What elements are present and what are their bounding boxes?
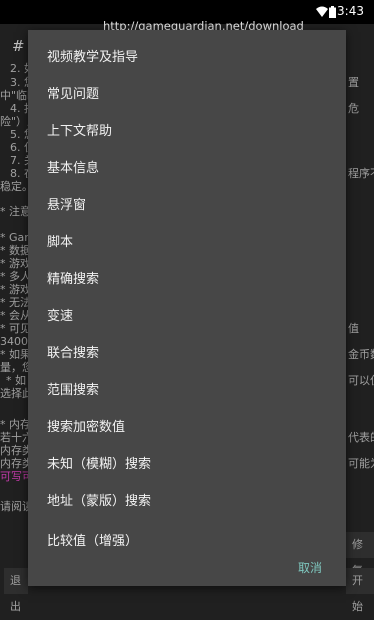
repair-button[interactable]: 修复	[346, 532, 374, 577]
menu-item-context-help[interactable]: 上下文帮助	[28, 113, 346, 150]
menu-item-basic-info[interactable]: 基本信息	[28, 150, 346, 187]
status-time: 3:43	[337, 4, 364, 18]
bg-line: * 游戏	[0, 283, 31, 296]
menu-item-speedhack[interactable]: 变速	[28, 298, 346, 335]
bg-line: * 会从	[0, 309, 31, 322]
menu-item-group-search[interactable]: 联合搜索	[28, 335, 346, 372]
exit-button[interactable]: 退出	[4, 568, 28, 613]
bg-line: * 数据	[0, 244, 31, 257]
bg-line: * 多人	[0, 270, 31, 283]
wifi-icon	[316, 6, 328, 17]
menu-item-compare-values[interactable]: 比较值（增强）	[28, 523, 346, 546]
menu-item-range-search[interactable]: 范围搜索	[28, 372, 346, 409]
bg-line: * 如果	[0, 348, 31, 361]
bg-right-fragment: 危	[348, 102, 359, 115]
start-button[interactable]: 开始	[346, 568, 374, 613]
help-menu-dialog: 视频教学及指导 常见问题 上下文帮助 基本信息 悬浮窗 脚本 精确搜索 变速 联…	[28, 30, 346, 586]
bg-right-fragment: 可能为	[348, 457, 374, 470]
dialog-footer: 取消	[28, 546, 346, 586]
battery-icon	[329, 6, 336, 18]
bg-right-fragment: 值	[348, 322, 359, 335]
bg-line: * 游戏	[0, 257, 31, 270]
bg-right-fragment: 可以仅	[348, 374, 374, 387]
bg-right-fragment: 金币数	[348, 348, 374, 361]
menu-item-encrypted-search[interactable]: 搜索加密数值	[28, 409, 346, 446]
menu-item-exact-search[interactable]: 精确搜索	[28, 261, 346, 298]
bg-line: * 可见	[0, 322, 31, 335]
bg-line: * 内存	[0, 418, 31, 431]
menu-item-video-tutorial[interactable]: 视频教学及指导	[28, 39, 346, 76]
bg-right-fragment: 程序不	[348, 167, 374, 180]
menu-item-fuzzy-search[interactable]: 未知（模糊）搜索	[28, 446, 346, 483]
menu-item-faq[interactable]: 常见问题	[28, 76, 346, 113]
bg-line: * 注意	[0, 205, 31, 218]
help-menu-list[interactable]: 视频教学及指导 常见问题 上下文帮助 基本信息 悬浮窗 脚本 精确搜索 变速 联…	[28, 30, 346, 546]
menu-item-floating-window[interactable]: 悬浮窗	[28, 187, 346, 224]
menu-item-address-mask-search[interactable]: 地址（蒙版）搜索	[28, 483, 346, 520]
menu-item-script[interactable]: 脚本	[28, 224, 346, 261]
bg-right-fragment: 代表的	[348, 431, 374, 444]
bg-line: * 无法	[0, 296, 31, 309]
cancel-button[interactable]: 取消	[296, 555, 324, 580]
bg-right-fragment: 置	[348, 76, 359, 89]
bg-line: * 如	[6, 374, 26, 387]
